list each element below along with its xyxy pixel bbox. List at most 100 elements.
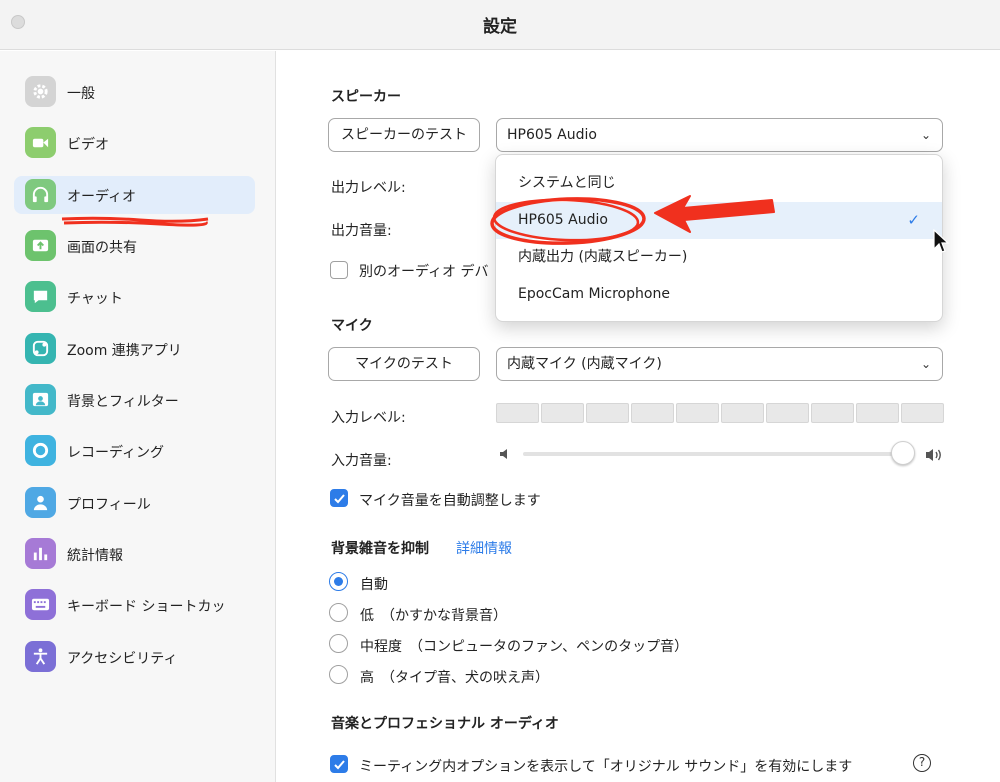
sidebar-item-share-screen[interactable]: 画面の共有: [14, 227, 255, 265]
window-title: 設定: [483, 17, 517, 37]
music-section-title: 音楽とプロフェショナル オーディオ: [331, 716, 559, 732]
noise-radio-low[interactable]: [329, 603, 348, 622]
dropdown-option-builtin-output[interactable]: 内蔵出力 (内蔵スピーカー): [496, 239, 942, 276]
separate-audio-label: 別のオーディオ デバ: [359, 264, 489, 280]
speaker-test-button[interactable]: スピーカーのテスト: [328, 118, 480, 152]
level-segment: [811, 403, 854, 423]
keyboard-icon: [25, 589, 56, 620]
dropdown-option-label: HP605 Audio: [518, 212, 608, 228]
input-volume-slider-track[interactable]: [523, 452, 909, 456]
sidebar-item-label: ビデオ: [67, 137, 109, 153]
sidebar-item-label: 一般: [67, 86, 95, 102]
auto-adjust-mic-label: マイク音量を自動調整します: [359, 493, 541, 509]
separate-audio-checkbox[interactable]: [330, 261, 348, 279]
speaker-device-dropdown: システムと同じ HP605 Audio ✓ 内蔵出力 (内蔵スピーカー) Epo…: [495, 154, 943, 322]
chat-bubble-icon: [25, 281, 56, 312]
sidebar-item-label: チャット: [67, 291, 123, 307]
input-volume-slider-handle[interactable]: [891, 441, 915, 465]
record-icon: [25, 435, 56, 466]
sidebar-item-chat[interactable]: チャット: [14, 278, 255, 316]
dropdown-option-hp605[interactable]: HP605 Audio ✓: [496, 202, 942, 239]
level-segment: [901, 403, 944, 423]
sidebar-item-label: アクセシビリティ: [67, 651, 178, 667]
profile-person-icon: [25, 487, 56, 518]
output-volume-label: 出力音量:: [331, 223, 392, 239]
input-level-label: 入力レベル:: [331, 410, 406, 426]
mic-test-button[interactable]: マイクのテスト: [328, 347, 480, 381]
sidebar-item-label: 統計情報: [67, 548, 123, 564]
level-segment: [541, 403, 584, 423]
noise-option-label: 中程度 （コンピュータのファン、ペンのタップ音）: [360, 639, 689, 655]
level-segment: [676, 403, 719, 423]
output-level-label: 出力レベル:: [331, 180, 406, 196]
bar-chart-icon: [25, 538, 56, 569]
sidebar-item-label: Zoom 連携アプリ: [67, 343, 182, 359]
sidebar-item-profile[interactable]: プロフィール: [14, 484, 255, 522]
level-segment: [631, 403, 674, 423]
auto-adjust-mic-checkbox[interactable]: [330, 489, 348, 507]
noise-section-title: 背景雑音を抑制: [331, 541, 429, 557]
dropdown-option-same-as-system[interactable]: システムと同じ: [496, 165, 942, 202]
original-sound-checkbox[interactable]: [330, 755, 348, 773]
noise-option-label: 低 （かすかな背景音）: [360, 608, 507, 624]
sidebar-item-general[interactable]: 一般: [14, 73, 255, 111]
dropdown-option-epoccam[interactable]: EpocCam Microphone: [496, 276, 942, 313]
mic-device-select[interactable]: 内蔵マイク (内蔵マイク) ⌄: [496, 347, 943, 381]
sidebar-item-statistics[interactable]: 統計情報: [14, 535, 255, 573]
sidebar-item-video[interactable]: ビデオ: [14, 124, 255, 162]
sidebar-item-label: プロフィール: [67, 497, 151, 513]
headphones-icon: [25, 179, 56, 210]
original-sound-label: ミーティング内オプションを表示して「オリジナル サウンド」を有効にします: [359, 759, 853, 775]
speaker-section-title: スピーカー: [331, 89, 401, 105]
noise-option-label: 自動: [360, 577, 388, 593]
sidebar-item-label: 背景とフィルター: [67, 394, 179, 410]
noise-radio-auto[interactable]: [329, 572, 348, 591]
sidebar: 一般 ビデオ オーディオ 画面の共有 チャット Zoom 連携アプリ 背景とフィ…: [0, 51, 276, 782]
sidebar-item-recording[interactable]: レコーディング: [14, 432, 255, 470]
sidebar-item-label: レコーディング: [67, 445, 165, 461]
sidebar-item-label: 画面の共有: [67, 240, 137, 256]
mouse-cursor-icon: [933, 229, 950, 253]
help-icon[interactable]: ?: [913, 754, 931, 772]
mic-section-title: マイク: [331, 318, 373, 334]
level-segment: [496, 403, 539, 423]
sidebar-item-background-filters[interactable]: 背景とフィルター: [14, 381, 255, 419]
checkmark-icon: ✓: [907, 211, 920, 229]
more-info-link[interactable]: 詳細情報: [456, 538, 512, 558]
video-camera-icon: [25, 127, 56, 158]
accessibility-icon: [25, 641, 56, 672]
noise-option-label: 高 （タイプ音、犬の吠え声）: [360, 670, 549, 686]
level-segment: [766, 403, 809, 423]
noise-radio-medium[interactable]: [329, 634, 348, 653]
sidebar-item-keyboard-shortcuts[interactable]: キーボード ショートカッ: [14, 586, 255, 624]
level-segment: [721, 403, 764, 423]
noise-radio-high[interactable]: [329, 665, 348, 684]
checkmark-icon: [334, 494, 345, 504]
volume-low-icon: [500, 449, 507, 459]
dropdown-option-label: 内蔵出力 (内蔵スピーカー): [518, 249, 688, 265]
title-bar: 設定: [0, 0, 1000, 50]
level-segment: [856, 403, 899, 423]
level-segment: [586, 403, 629, 423]
sidebar-item-label: オーディオ: [67, 189, 137, 205]
chevron-down-icon: ⌄: [920, 357, 931, 371]
share-screen-icon: [25, 230, 56, 261]
mic-device-value: 内蔵マイク (内蔵マイク): [507, 356, 662, 372]
chevron-down-icon: ⌄: [920, 128, 931, 142]
speaker-device-select[interactable]: HP605 Audio ⌄: [496, 118, 943, 152]
input-volume-label: 入力音量:: [331, 453, 392, 469]
sidebar-item-audio[interactable]: オーディオ: [14, 176, 255, 214]
input-level-meter: [496, 403, 944, 423]
apps-icon: [25, 333, 56, 364]
annotation-underline: [61, 216, 209, 227]
sidebar-item-accessibility[interactable]: アクセシビリティ: [14, 638, 255, 676]
background-person-icon: [25, 384, 56, 415]
sidebar-item-label: キーボード ショートカッ: [67, 599, 226, 615]
gear-icon: [25, 76, 56, 107]
volume-high-icon: [926, 449, 941, 461]
sidebar-item-zoom-apps[interactable]: Zoom 連携アプリ: [14, 330, 255, 368]
dropdown-option-label: システムと同じ: [518, 175, 616, 191]
dropdown-option-label: EpocCam Microphone: [518, 286, 670, 302]
checkmark-icon: [334, 760, 345, 770]
speaker-device-value: HP605 Audio: [507, 127, 597, 143]
